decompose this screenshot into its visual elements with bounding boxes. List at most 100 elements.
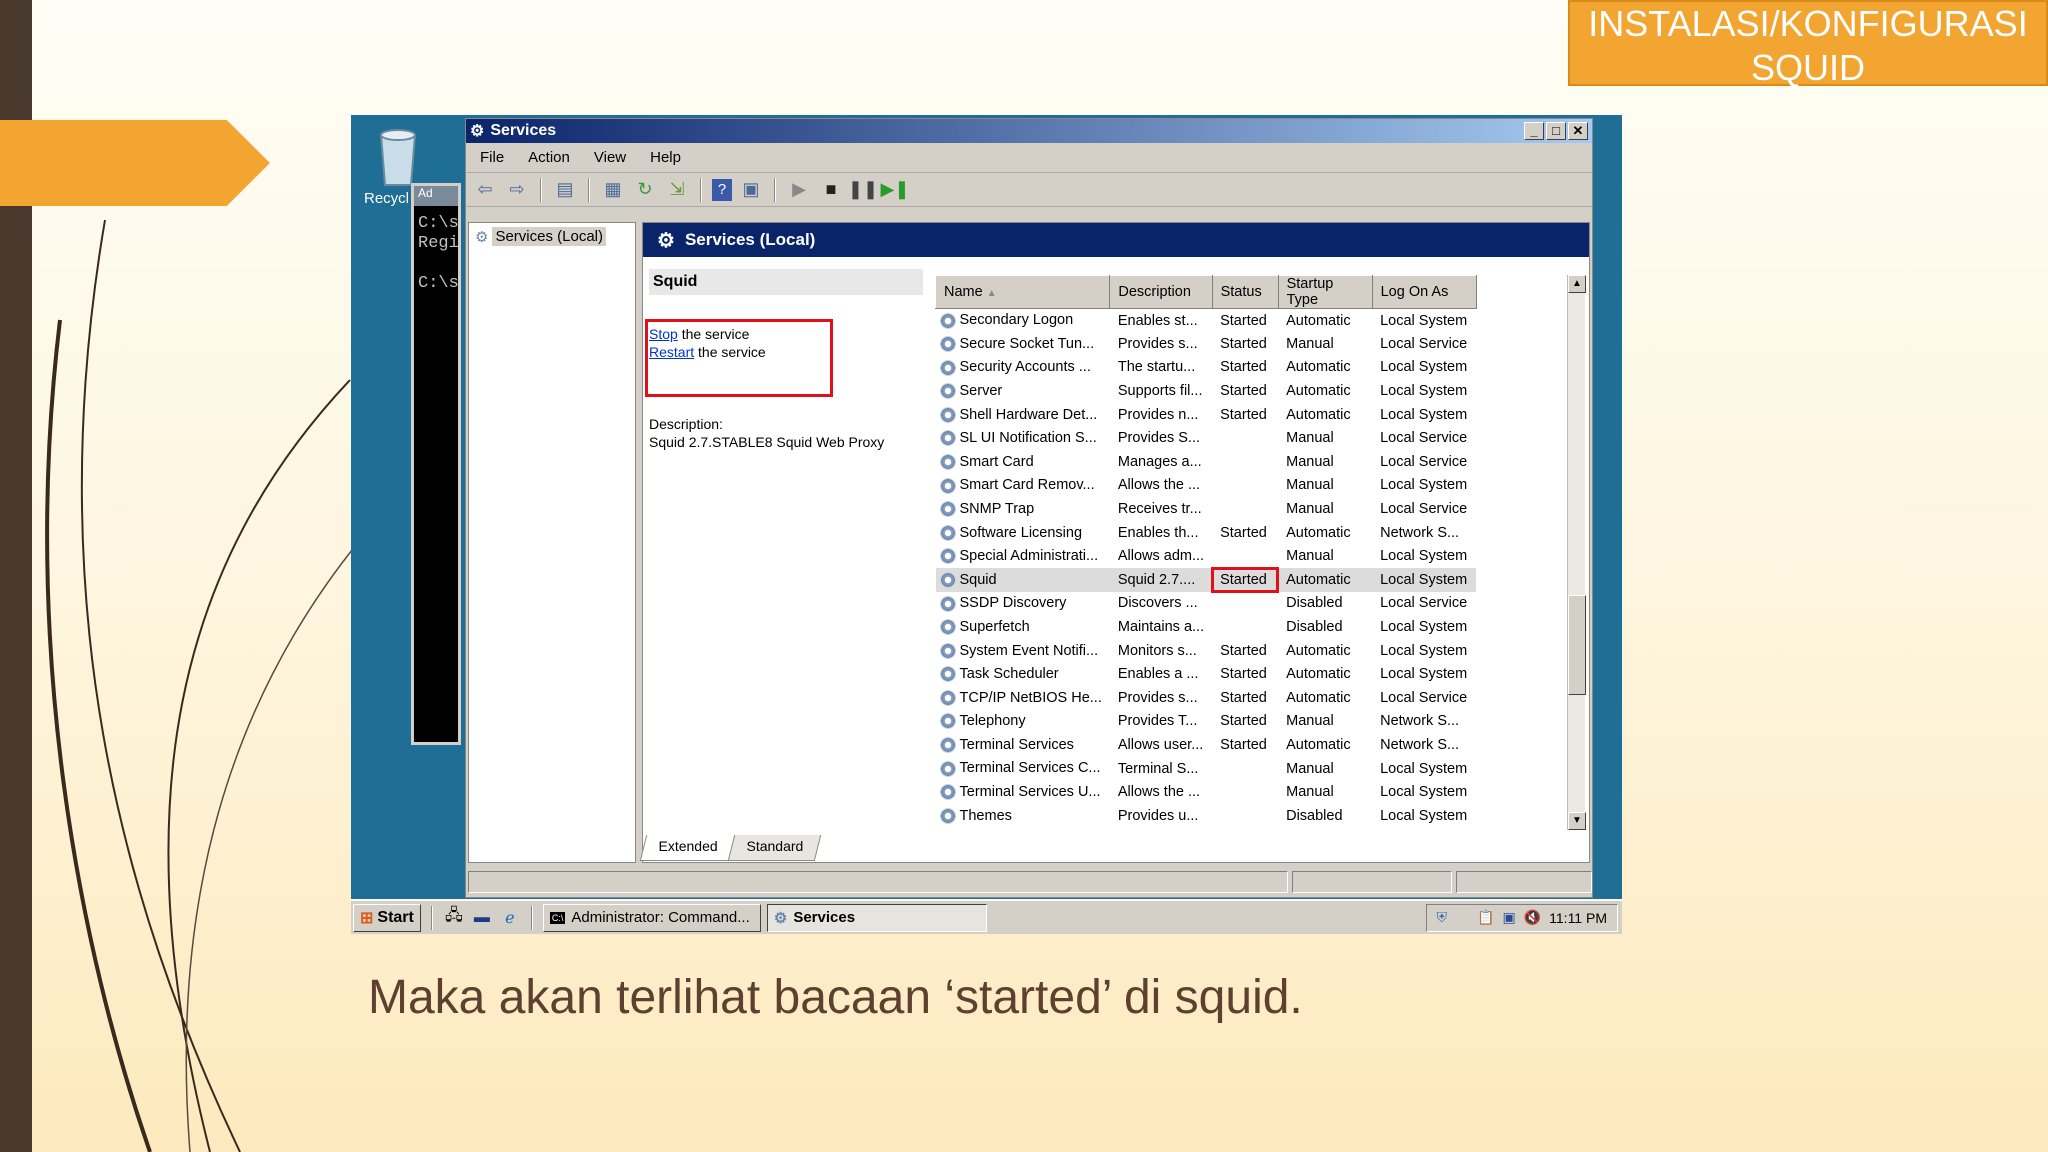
clipboard-icon[interactable]: 📋 [1477, 909, 1494, 926]
start-button[interactable]: ⊞ Start [353, 903, 421, 932]
export-list-icon[interactable]: ⇲ [664, 177, 690, 203]
service-row[interactable]: Squid Squid 2.7.... Started Automatic Local … [935, 567, 1477, 593]
service-row[interactable]: Themes Provides u... Disabled Local System [936, 804, 1477, 828]
scroll-thumb[interactable] [1568, 595, 1586, 695]
service-log-on-as: Local System [1380, 383, 1468, 400]
network-icon[interactable]: ⛨ [1437, 909, 1448, 926]
service-row[interactable]: TCP/IP NetBIOS He... Provides s... Started… [936, 686, 1477, 710]
recycle-bin-icon[interactable] [373, 123, 423, 189]
service-status [1212, 828, 1278, 830]
minimize-button[interactable]: _ [1524, 122, 1544, 140]
internet-explorer-icon[interactable]: ℯ [499, 907, 521, 929]
service-row[interactable]: Terminal Services C... Terminal S... Manua… [936, 757, 1477, 781]
service-gear-icon [939, 642, 956, 659]
service-description-cell: Provides or... [1110, 828, 1212, 830]
column-header-description[interactable]: Description [1109, 275, 1213, 309]
menu-view[interactable]: View [594, 149, 626, 166]
column-header-name[interactable]: Name ▲ [935, 275, 1111, 309]
tree-item-services-local[interactable]: ⚙ Services (Local) [469, 223, 635, 250]
show-hide-tree-icon[interactable]: ▤ [552, 177, 578, 203]
window-title-bar[interactable]: ⚙ Services _ □ ✕ [466, 119, 1592, 143]
service-row[interactable]: Superfetch Maintains a... Disabled Local Sy… [936, 615, 1477, 639]
service-gear-icon [939, 619, 956, 636]
tab-standard[interactable]: Standard [727, 835, 822, 861]
start-service-icon[interactable]: ▶ [786, 177, 812, 203]
service-log-on-as: Network S... [1380, 736, 1460, 753]
restart-service-icon[interactable]: ▶❚ [881, 177, 910, 203]
server-manager-icon[interactable]: 🖧 [443, 907, 465, 929]
properties-icon[interactable]: ▦ [600, 177, 626, 203]
service-status: Started [1220, 359, 1267, 376]
vertical-scrollbar[interactable]: ▲ ▼ [1567, 275, 1586, 830]
service-row[interactable]: Telephony Provides T... Started Manual Netwo… [936, 710, 1477, 734]
service-row[interactable]: SSDP Discovery Discovers ... Disabled Local… [936, 592, 1477, 616]
service-status: Started [1211, 567, 1280, 593]
pause-service-icon[interactable]: ❚❚ [848, 177, 878, 203]
service-name: Server [936, 379, 1110, 403]
service-gear-icon [939, 524, 956, 541]
menu-file[interactable]: File [480, 149, 504, 166]
stop-service-link[interactable]: Stop [649, 326, 678, 342]
service-row[interactable]: Secure Socket Tun... Provides s... Started… [936, 332, 1477, 356]
service-row[interactable]: Software Licensing Enables th... Started Au… [936, 521, 1477, 545]
powershell-icon[interactable]: ▬ [471, 907, 493, 929]
forward-icon[interactable]: ⇨ [504, 177, 530, 203]
service-row[interactable]: Shell Hardware Det... Provides n... Starte… [936, 403, 1477, 427]
task-services[interactable]: ⚙ Services [766, 903, 987, 932]
back-icon[interactable]: ⇦ [472, 177, 498, 203]
menu-help[interactable]: Help [650, 149, 681, 166]
service-status: Started [1220, 406, 1267, 423]
close-button[interactable]: ✕ [1568, 122, 1588, 140]
tab-extended[interactable]: Extended [639, 835, 736, 861]
console-icon[interactable]: ▣ [738, 177, 764, 203]
column-header-status[interactable]: Status [1211, 275, 1279, 309]
service-startup-type: Automatic [1286, 383, 1351, 400]
service-row[interactable]: Server Supports fil... Started Automatic Loc… [936, 379, 1477, 403]
services-window[interactable]: ⚙ Services _ □ ✕ File Action View Help ⇦… [465, 118, 1593, 898]
windows-logo-icon: ⊞ [360, 909, 374, 927]
cmd-title: Ad [414, 186, 458, 206]
service-log-on-as: Local Service [1380, 335, 1468, 352]
maximize-button[interactable]: □ [1546, 122, 1566, 140]
scroll-up-button[interactable]: ▲ [1568, 275, 1586, 293]
command-prompt-window[interactable]: Ad C:\s Regi C:\s [411, 183, 461, 745]
help-icon[interactable]: ? [712, 178, 732, 201]
service-log-on-as: Local Service [1380, 501, 1468, 518]
refresh-icon[interactable]: ↻ [632, 177, 658, 203]
service-row[interactable]: Secondary Logon Enables st... Started Autom… [936, 309, 1477, 333]
service-name: Shell Hardware Det... [936, 403, 1110, 427]
service-row[interactable]: Terminal Services U... Allows the ... Manu… [936, 780, 1477, 804]
service-name: Smart Card Remov... [936, 474, 1110, 498]
service-row[interactable]: System Event Notifi... Monitors s... Start… [936, 639, 1477, 663]
sound-muted-icon[interactable]: 🔇 [1524, 909, 1541, 926]
service-row[interactable]: SL UI Notification S... Provides S... Manu… [936, 426, 1477, 450]
service-row[interactable]: SNMP Trap Receives tr... Manual Local Servi… [936, 497, 1477, 521]
toolbar-separator [774, 177, 776, 202]
menu-action[interactable]: Action [528, 149, 570, 166]
service-row[interactable]: Smart Card Remov... Allows the ... Manual L… [936, 474, 1477, 498]
service-row[interactable]: Terminal Services Allows user... Started Au… [936, 733, 1477, 757]
service-name: Secure Socket Tun... [936, 332, 1110, 356]
service-startup-type: Disabled [1286, 807, 1343, 824]
service-row[interactable]: Task Scheduler Enables a ... Started Automa… [936, 662, 1477, 686]
service-name: Software Licensing [936, 521, 1110, 545]
service-name: Smart Card [936, 450, 1110, 474]
service-status [1212, 474, 1278, 498]
service-description-cell: Provides T... [1117, 713, 1198, 730]
service-row[interactable]: Thread Ordering Se...Provides or... Manua… [936, 828, 1477, 830]
service-row[interactable]: Special Administrati... Allows adm... Manu… [936, 544, 1477, 568]
restart-service-link[interactable]: Restart [649, 344, 694, 360]
service-row[interactable]: Smart Card Manages a... Manual Local Servic… [936, 450, 1477, 474]
scroll-down-button[interactable]: ▼ [1568, 812, 1586, 830]
column-header-log-on-as[interactable]: Log On As [1371, 275, 1477, 309]
service-name: SSDP Discovery [936, 592, 1110, 616]
monitor-icon[interactable]: ▣ [1502, 909, 1515, 926]
service-row[interactable]: Security Accounts ... The startu... Starte… [936, 356, 1477, 380]
column-header-startup-type[interactable]: Startup Type [1277, 275, 1373, 309]
service-status [1212, 592, 1278, 616]
service-startup-type: Automatic [1278, 568, 1373, 592]
service-name: Terminal Services [936, 733, 1110, 757]
stop-service-icon[interactable]: ■ [818, 177, 844, 203]
service-gear-icon [939, 453, 956, 470]
task-command-prompt[interactable]: C:\ Administrator: Command... [542, 903, 761, 932]
